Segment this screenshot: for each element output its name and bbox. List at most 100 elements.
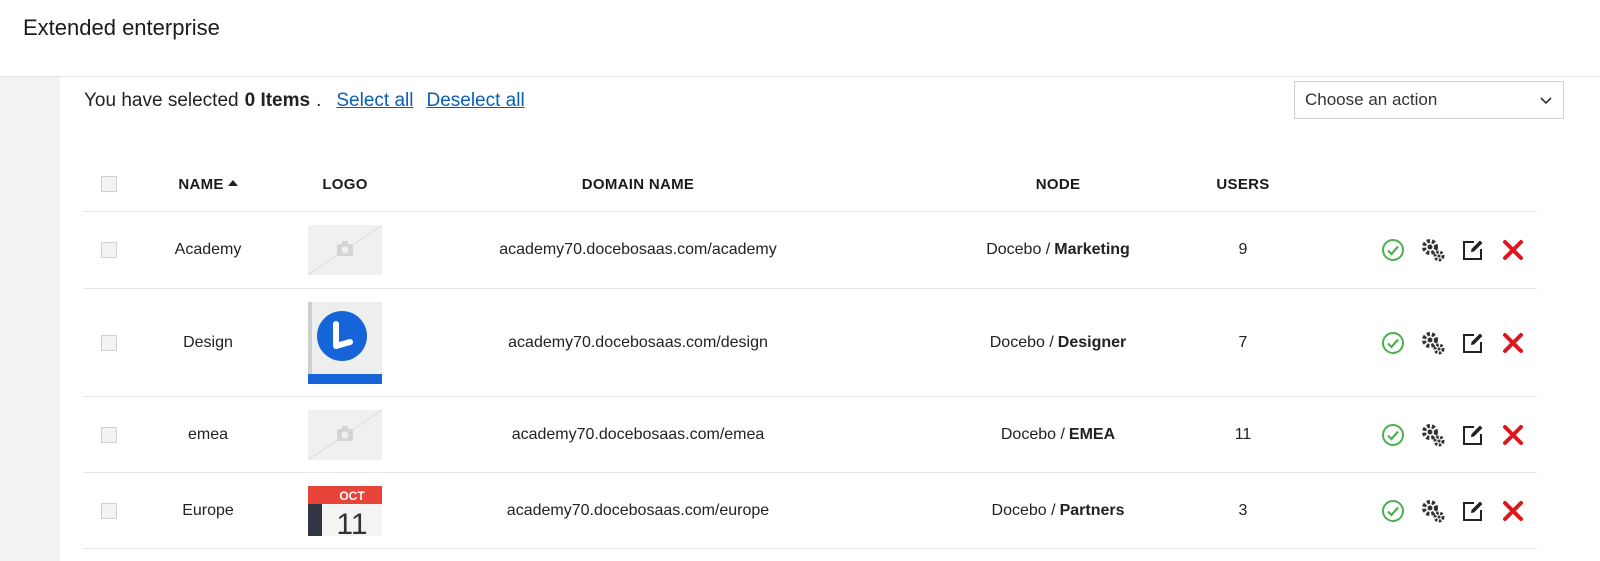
selection-suffix: . (316, 90, 322, 111)
column-header-name[interactable]: NAME (163, 157, 253, 211)
column-header-logo: LOGO (322, 175, 368, 193)
row-node-root: Docebo / (989, 333, 1054, 351)
main-panel: You have selected 0 Items . Select all D… (60, 77, 1600, 561)
calendar-day: 11 (336, 508, 367, 536)
row-name: emea (187, 425, 229, 443)
edit-button[interactable] (1459, 329, 1487, 357)
edit-button[interactable] (1459, 497, 1487, 525)
row-logo-cell (308, 212, 382, 288)
column-header-node: NODE (1035, 175, 1081, 193)
row-domain: academy70.docebosaas.com/academy (499, 241, 777, 258)
row-check-cell (83, 289, 135, 396)
row-actions (1353, 473, 1537, 548)
delete-button[interactable] (1499, 236, 1527, 264)
delete-button[interactable] (1499, 497, 1527, 525)
selection-count: 0 Items (244, 90, 311, 111)
column-header-name-label: NAME (178, 175, 224, 193)
row-actions (1353, 289, 1537, 396)
header-check-cell (83, 157, 135, 211)
edit-icon (1463, 501, 1483, 521)
check-circle-icon (1382, 239, 1404, 261)
activate-button[interactable] (1379, 329, 1407, 357)
row-domain: academy70.docebosaas.com/europe (506, 501, 770, 519)
camera-icon (308, 225, 382, 275)
delete-button[interactable] (1499, 421, 1527, 449)
row-node-root: Docebo / (1000, 425, 1065, 443)
row-users: 11 (1234, 425, 1252, 443)
row-node-leaf: Designer (1057, 333, 1127, 351)
row-node-root: Docebo / (991, 501, 1056, 519)
calendar-month: OCT (339, 489, 365, 503)
row-node-root: Docebo / (986, 241, 1051, 258)
row-node-leaf: Partners (1059, 501, 1125, 519)
delete-button[interactable] (1499, 329, 1527, 357)
row-checkbox[interactable] (101, 502, 117, 519)
select-all-link[interactable]: Select all (336, 90, 413, 112)
activate-button[interactable] (1379, 236, 1407, 264)
row-check-cell (83, 397, 135, 472)
settings-button[interactable] (1419, 236, 1447, 264)
activate-button[interactable] (1379, 421, 1407, 449)
column-header-domain: DOMAIN NAME (581, 175, 695, 193)
row-checkbox[interactable] (101, 334, 117, 351)
edit-icon (1463, 425, 1483, 445)
table-row: Academy academy70.docebosaas.com/academy… (83, 212, 1537, 289)
row-logo-cell: OCT 11 (308, 473, 382, 548)
gears-icon (1422, 423, 1445, 446)
table-row: Europe OCT 11 academy70.docebosaas.com/e… (83, 473, 1537, 549)
row-checkbox[interactable] (101, 242, 117, 258)
row-users: 9 (1238, 241, 1248, 258)
edit-icon (1463, 240, 1483, 260)
sort-asc-icon (227, 180, 238, 186)
row-check-cell (83, 212, 135, 288)
deselect-all-link[interactable]: Deselect all (426, 90, 524, 112)
check-circle-icon (1382, 499, 1404, 522)
action-dropdown-value: Choose an action (1305, 90, 1438, 109)
page-title: Extended enterprise (23, 15, 220, 40)
row-domain: academy70.docebosaas.com/design (508, 333, 768, 351)
gears-icon (1422, 239, 1445, 262)
selection-prefix: You have selected (84, 90, 239, 111)
edit-button[interactable] (1459, 421, 1487, 449)
selection-bar: You have selected 0 Items . Select all D… (84, 90, 525, 112)
gears-icon (1422, 331, 1445, 354)
table-header: NAME LOGO DOMAIN NAME NODE USERS (83, 157, 1537, 212)
delete-icon (1503, 332, 1523, 353)
gears-icon (1422, 499, 1445, 522)
row-name: Academy (174, 241, 242, 258)
row-users: 7 (1238, 333, 1248, 351)
chevron-down-icon (1540, 97, 1552, 105)
brand-logo-icon (308, 301, 382, 384)
delete-icon (1503, 424, 1523, 445)
row-node: Docebo / Partners (933, 473, 1183, 548)
table-row: Design academy70.docebosaas.com/design D… (83, 289, 1537, 397)
settings-button[interactable] (1419, 421, 1447, 449)
column-header-users: USERS (1216, 175, 1270, 193)
row-logo-cell (308, 289, 382, 396)
row-node: Docebo / Designer (933, 289, 1183, 396)
action-dropdown[interactable]: Choose an action (1294, 81, 1564, 119)
row-actions (1353, 212, 1537, 288)
edit-button[interactable] (1459, 236, 1487, 264)
row-name: Europe (182, 501, 234, 519)
delete-icon (1503, 500, 1523, 521)
row-node-leaf: EMEA (1068, 425, 1116, 443)
settings-button[interactable] (1419, 497, 1447, 525)
camera-icon (308, 409, 382, 460)
row-name: Design (183, 333, 233, 351)
row-check-cell (83, 473, 135, 548)
activate-button[interactable] (1379, 497, 1407, 525)
row-domain: academy70.docebosaas.com/emea (511, 425, 765, 443)
check-circle-icon (1382, 423, 1404, 446)
delete-icon (1503, 240, 1523, 260)
row-checkbox[interactable] (101, 426, 117, 443)
row-node: Docebo / EMEA (933, 397, 1183, 472)
row-logo-cell (308, 397, 382, 472)
edit-icon (1463, 333, 1483, 353)
settings-button[interactable] (1419, 329, 1447, 357)
row-node: Docebo / Marketing (933, 212, 1183, 288)
check-circle-icon (1382, 331, 1404, 354)
select-all-checkbox[interactable] (101, 176, 117, 192)
row-users: 3 (1238, 501, 1248, 519)
table-row: emea academy70.docebosaas.com/emea Doceb… (83, 397, 1537, 473)
